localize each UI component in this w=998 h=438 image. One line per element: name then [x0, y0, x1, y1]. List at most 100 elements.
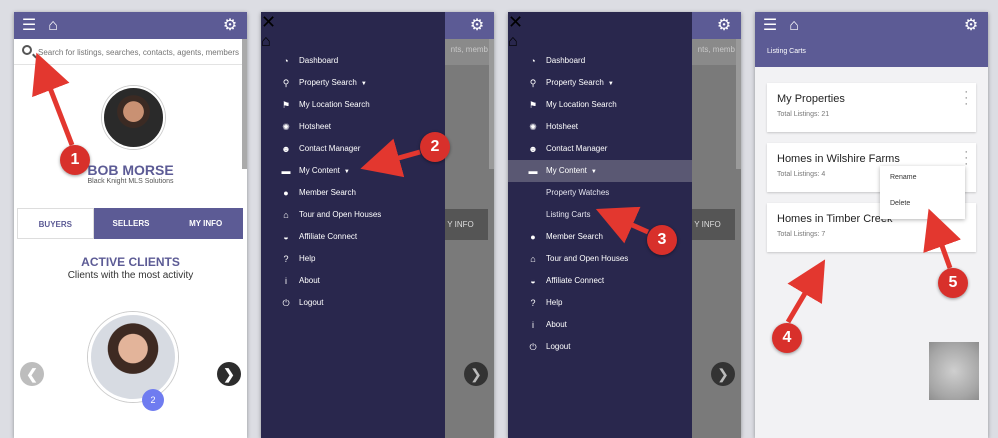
- kebab-menu-icon[interactable]: · · ·: [964, 147, 968, 170]
- menu-item-hotsheet[interactable]: ✺ Hotsheet: [508, 116, 692, 138]
- step-callout-3: 3: [647, 225, 677, 255]
- search-input[interactable]: [38, 43, 240, 61]
- menu-item-my-location-search[interactable]: ⚑ My Location Search: [261, 94, 445, 116]
- dimmed-next-button: ❯: [464, 362, 488, 386]
- cart-count: Total Listings: 4: [777, 171, 826, 178]
- carousel-prev-button[interactable]: ❮: [20, 362, 44, 386]
- menu-item-label: My Location Search: [546, 100, 617, 109]
- dimmed-next-button: ❯: [711, 362, 735, 386]
- scrollbar[interactable]: [242, 39, 247, 169]
- submenu-item-property-watches[interactable]: Property Watches: [508, 182, 692, 204]
- contacts-icon: ☻: [528, 144, 538, 154]
- menu-item-label: About: [299, 276, 320, 285]
- search-icon: ⚲: [529, 78, 537, 88]
- info-icon: i: [532, 320, 534, 330]
- menu-item-my-location-search[interactable]: ⚑ My Location Search: [508, 94, 692, 116]
- menu-item-help[interactable]: ? Help: [508, 292, 692, 314]
- menu-item-property-search[interactable]: ⚲ Property Search ▼: [508, 72, 692, 94]
- tab-my-info[interactable]: MY INFO: [168, 208, 244, 239]
- nav-drawer: ✕ ⌂ ◔ Dashboard ⚲ Property Search ▼ ⚑ My Locat…: [261, 12, 445, 438]
- menu-item-hotsheet[interactable]: ✺ Hotsheet: [261, 116, 445, 138]
- gear-icon[interactable]: ⚙: [713, 12, 735, 39]
- folder-icon: ▬: [281, 166, 291, 176]
- menu-item-label: Dashboard: [299, 56, 339, 65]
- client-avatar[interactable]: [88, 312, 178, 402]
- help-icon: ?: [530, 298, 536, 308]
- menu-item-my-content[interactable]: ▬ My Content ▼: [261, 160, 445, 182]
- menu-item-contact-manager[interactable]: ☻ Contact Manager: [508, 138, 692, 160]
- member-icon: ●: [530, 232, 536, 242]
- menu-item-dashboard[interactable]: ◔ Dashboard: [261, 50, 445, 72]
- close-icon[interactable]: ✕: [508, 12, 692, 33]
- menu-item-affiliate-connect[interactable]: ◒ Affiliate Connect: [508, 270, 692, 292]
- agent-avatar: [102, 86, 165, 149]
- menu-item-label: Logout: [546, 342, 571, 351]
- home-icon[interactable]: ⌂: [42, 12, 64, 39]
- menu-item-property-search[interactable]: ⚲ Property Search ▼: [261, 72, 445, 94]
- menu-item-label: Contact Manager: [546, 144, 608, 153]
- house-icon: ⌂: [530, 254, 536, 264]
- menu-item-contact-manager[interactable]: ☻ Contact Manager: [261, 138, 445, 160]
- menu-item-help[interactable]: ? Help: [261, 248, 445, 270]
- gray-gradient-box: [929, 342, 979, 400]
- home-icon[interactable]: ⌂: [783, 12, 805, 39]
- location-pin-icon: ⚑: [528, 100, 538, 110]
- location-pin-icon: ⚑: [281, 100, 291, 110]
- drawer-header: ✕ ⌂: [508, 12, 692, 50]
- rename-option[interactable]: Rename: [880, 166, 965, 190]
- menu-item-dashboard[interactable]: ◔ Dashboard: [508, 50, 692, 72]
- menu-item-affiliate-connect[interactable]: ◒ Affiliate Connect: [261, 226, 445, 248]
- caret-down-icon: ▼: [343, 169, 350, 175]
- menu-item-label: Help: [299, 254, 316, 263]
- home-icon[interactable]: ⌂: [261, 33, 445, 51]
- gear-icon[interactable]: ⚙: [219, 12, 241, 39]
- hamburger-icon[interactable]: ☰: [18, 12, 40, 39]
- menu-item-tour-and-open-houses[interactable]: ⌂ Tour and Open Houses: [261, 204, 445, 226]
- close-icon[interactable]: ✕: [261, 12, 445, 33]
- submenu-item-listing-carts[interactable]: Listing Carts: [508, 204, 692, 226]
- folder-icon: ▬: [528, 166, 538, 176]
- menu-item-label: Member Search: [299, 188, 356, 197]
- hotsheet-icon: ✺: [529, 122, 537, 132]
- menu-item-label: Tour and Open Houses: [546, 254, 629, 263]
- tab-bar: BUYERS SELLERS MY INFO: [17, 208, 244, 239]
- drawer-menu: ◔ Dashboard ⚲ Property Search ▼ ⚑ My Location …: [508, 50, 692, 358]
- screen-menu-open: ⚙ nts, memb Y INFO ❯ ✕ ⌂ ◔ Dashboard ⚲ Prop…: [261, 12, 494, 438]
- search-icon: ⚲: [282, 78, 290, 88]
- menu-item-label: Dashboard: [546, 56, 586, 65]
- menu-item-label: Help: [546, 298, 563, 307]
- drawer-menu: ◔ Dashboard ⚲ Property Search ▼ ⚑ My Location …: [261, 50, 445, 314]
- menu-item-member-search[interactable]: ● Member Search: [261, 182, 445, 204]
- menu-item-label: My Content: [299, 166, 340, 175]
- caret-down-icon: ▼: [607, 81, 614, 87]
- gear-icon[interactable]: ⚙: [466, 12, 488, 39]
- tab-buyers[interactable]: BUYERS: [17, 208, 94, 239]
- kebab-menu-icon[interactable]: · · ·: [964, 87, 968, 110]
- cart-title: Homes in Wilshire Farms: [777, 153, 900, 165]
- menu-item-label: Property Search: [546, 78, 604, 87]
- menu-item-label: Tour and Open Houses: [299, 210, 382, 219]
- cart-count: Total Listings: 21: [777, 111, 830, 118]
- menu-item-about[interactable]: i About: [261, 270, 445, 292]
- client-activity-badge: 2: [142, 389, 164, 411]
- search-icon: [22, 45, 32, 55]
- home-icon[interactable]: ⌂: [508, 33, 692, 51]
- info-icon: i: [285, 276, 287, 286]
- menu-item-logout[interactable]: ⏻ Logout: [261, 292, 445, 314]
- menu-item-label: Affiliate Connect: [299, 232, 358, 241]
- step-callout-5: 5: [938, 268, 968, 298]
- menu-item-my-content[interactable]: ▬ My Content ▼: [508, 160, 692, 182]
- affiliate-icon: ◒: [283, 232, 289, 242]
- menu-item-label: Logout: [299, 298, 324, 307]
- menu-item-label: My Location Search: [299, 100, 370, 109]
- delete-option[interactable]: Delete: [880, 192, 965, 216]
- menu-item-about[interactable]: i About: [508, 314, 692, 336]
- cart-title: My Properties: [777, 93, 845, 105]
- cart-card[interactable]: My Properties Total Listings: 21 · · ·: [767, 83, 976, 132]
- menu-item-label: Hotsheet: [299, 122, 332, 131]
- tab-sellers[interactable]: SELLERS: [93, 208, 169, 239]
- hamburger-icon[interactable]: ☰: [759, 12, 781, 39]
- carousel-next-button[interactable]: ❯: [217, 362, 241, 386]
- gear-icon[interactable]: ⚙: [960, 12, 982, 39]
- menu-item-logout[interactable]: ⏻ Logout: [508, 336, 692, 358]
